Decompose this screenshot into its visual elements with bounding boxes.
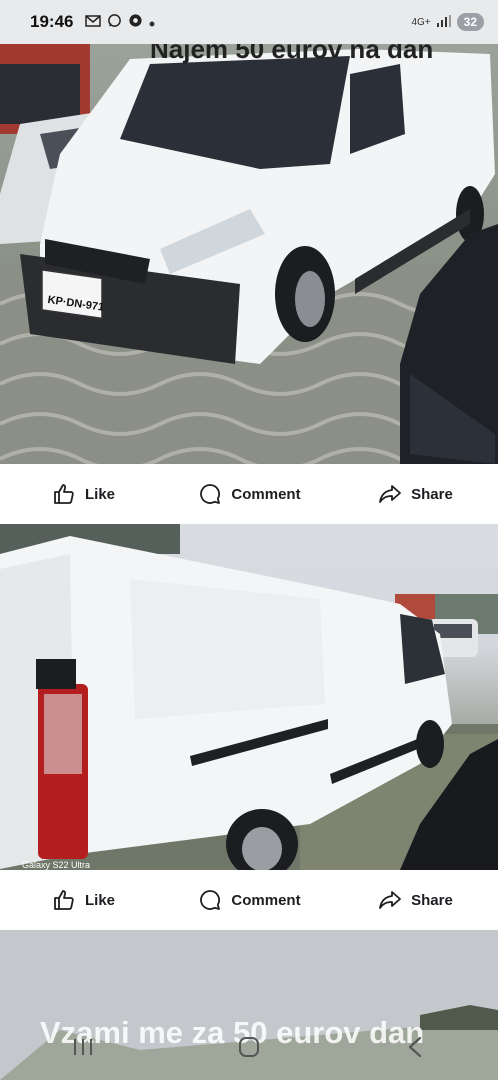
comment-label: Comment <box>231 891 301 909</box>
comment-button[interactable]: Comment <box>166 481 332 507</box>
comment-button[interactable]: Comment <box>166 887 332 913</box>
home-icon <box>237 1035 261 1064</box>
messenger-icon <box>128 13 143 31</box>
van-photo-side <box>0 524 498 870</box>
back-icon <box>405 1035 425 1064</box>
like-label: Like <box>84 485 115 503</box>
post-image[interactable]: Galaxy S22 Ultra <box>0 524 498 870</box>
like-button[interactable]: Like <box>0 887 166 913</box>
gmail-icon <box>85 14 102 30</box>
notification-icons <box>85 13 155 31</box>
post-image[interactable]: KP·DN-971 Najem 50 eurov na dan <box>0 44 498 464</box>
share-button[interactable]: Share <box>332 481 498 507</box>
like-button[interactable]: Like <box>0 481 166 507</box>
battery-indicator: 32 <box>456 13 484 31</box>
status-bar: 19:46 4G+ 32 <box>0 0 498 44</box>
image-caption-text: Najem 50 eurov na dan <box>150 44 434 64</box>
screen: 19:46 4G+ 32 KP·DN-971 Najem 50 eurov na… <box>0 0 498 1080</box>
recent-apps-button[interactable] <box>63 1029 103 1069</box>
share-label: Share <box>411 485 453 503</box>
share-icon <box>377 887 403 913</box>
thumbs-up-icon <box>51 887 77 913</box>
status-right: 4G+ 32 <box>411 13 484 31</box>
post-action-bar: Like Comment Share <box>0 870 498 930</box>
recent-apps-icon <box>72 1037 94 1062</box>
share-button[interactable]: Share <box>332 887 498 913</box>
share-label: Share <box>411 891 453 909</box>
van-photo-front: KP·DN-971 <box>0 44 498 464</box>
thumbs-up-icon <box>51 481 77 507</box>
share-icon <box>377 481 403 507</box>
network-label: 4G+ <box>411 16 431 28</box>
comment-icon <box>197 481 223 507</box>
signal-icon <box>436 14 451 30</box>
dot-icon <box>149 15 155 30</box>
clock: 19:46 <box>30 12 74 31</box>
post-action-bar: Like Comment Share <box>0 464 498 524</box>
camera-watermark: Galaxy S22 Ultra <box>22 860 91 870</box>
like-label: Like <box>84 891 115 909</box>
comment-label: Comment <box>231 485 301 503</box>
home-button[interactable] <box>229 1029 269 1069</box>
comment-icon <box>197 887 223 913</box>
system-nav-bar <box>0 1018 498 1080</box>
back-button[interactable] <box>395 1029 435 1069</box>
whatsapp-icon <box>107 13 122 31</box>
